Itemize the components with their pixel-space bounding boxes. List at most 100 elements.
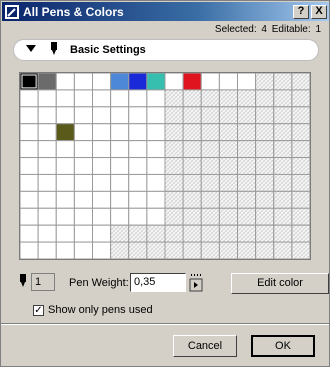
pen-cell[interactable] — [273, 123, 293, 142]
pen-cell[interactable] — [146, 157, 166, 175]
pen-cell[interactable] — [273, 140, 293, 159]
pen-cell[interactable] — [20, 241, 39, 259]
pen-cell[interactable] — [237, 224, 257, 243]
pen-cell[interactable] — [237, 73, 257, 91]
pen-cell[interactable] — [73, 207, 93, 226]
pen-cell[interactable] — [273, 73, 293, 91]
pen-cell[interactable] — [92, 190, 112, 209]
pen-cell[interactable] — [218, 106, 238, 125]
help-button[interactable]: ? — [293, 4, 309, 19]
pen-cell[interactable] — [37, 241, 57, 259]
pen-cell[interactable] — [273, 173, 293, 192]
pen-cell[interactable] — [182, 157, 202, 175]
pen-cell[interactable] — [73, 173, 93, 192]
pen-cell[interactable] — [37, 157, 57, 175]
pen-cell[interactable] — [146, 190, 166, 209]
edit-color-button[interactable]: Edit color — [231, 273, 329, 294]
pen-cell[interactable] — [237, 106, 257, 125]
pen-cell[interactable] — [55, 241, 75, 259]
pen-cell[interactable] — [146, 207, 166, 226]
pen-cell[interactable] — [164, 207, 184, 226]
pen-cell[interactable] — [273, 224, 293, 243]
pen-cell[interactable] — [182, 241, 202, 259]
pen-cell[interactable] — [291, 207, 310, 226]
pen-cell[interactable] — [73, 190, 93, 209]
pen-cell[interactable] — [237, 157, 257, 175]
pen-cell[interactable] — [200, 241, 220, 259]
pen-cell[interactable] — [273, 89, 293, 108]
pen-cell[interactable] — [218, 173, 238, 192]
pen-cell[interactable] — [20, 89, 39, 108]
pen-cell[interactable] — [291, 123, 310, 142]
pen-cell[interactable] — [92, 106, 112, 125]
pen-cell[interactable] — [218, 89, 238, 108]
pen-cell[interactable] — [92, 207, 112, 226]
pen-cell[interactable] — [110, 173, 130, 192]
pen-cell[interactable] — [37, 190, 57, 209]
pen-cell[interactable] — [37, 207, 57, 226]
pen-cell[interactable] — [273, 190, 293, 209]
pen-cell[interactable] — [37, 89, 57, 108]
pen-cell[interactable] — [55, 157, 75, 175]
pen-cell[interactable] — [128, 224, 148, 243]
pen-cell[interactable] — [146, 173, 166, 192]
pen-cell[interactable] — [92, 123, 112, 142]
pen-cell[interactable] — [291, 89, 310, 108]
pen-cell[interactable] — [110, 241, 130, 259]
pen-cell[interactable] — [92, 140, 112, 159]
pen-cell[interactable] — [255, 190, 275, 209]
pen-cell[interactable] — [237, 173, 257, 192]
pen-cell[interactable] — [128, 157, 148, 175]
pen-cell[interactable] — [110, 224, 130, 243]
pen-cell[interactable] — [182, 89, 202, 108]
pen-cell[interactable] — [146, 224, 166, 243]
pen-cell[interactable] — [164, 157, 184, 175]
pen-cell[interactable] — [146, 106, 166, 125]
title-bar[interactable]: All Pens & Colors ? X — [2, 2, 329, 21]
pen-grid-canvas[interactable] — [20, 73, 310, 259]
pen-cell[interactable] — [73, 123, 93, 142]
pen-cell[interactable] — [110, 190, 130, 209]
show-used-checkbox[interactable]: ✓ — [33, 304, 44, 316]
pen-cell[interactable] — [146, 73, 166, 91]
pen-cell[interactable] — [182, 140, 202, 159]
pen-cell[interactable] — [55, 190, 75, 209]
ok-button[interactable]: OK — [251, 335, 315, 357]
pen-cell[interactable] — [200, 207, 220, 226]
pen-grid[interactable] — [19, 72, 311, 260]
pen-cell[interactable] — [146, 123, 166, 142]
pen-cell[interactable] — [164, 224, 184, 243]
pen-cell[interactable] — [55, 73, 75, 91]
pen-cell[interactable] — [200, 89, 220, 108]
pen-cell[interactable] — [255, 241, 275, 259]
pen-cell[interactable] — [110, 140, 130, 159]
pen-cell[interactable] — [37, 224, 57, 243]
pen-cell[interactable] — [218, 140, 238, 159]
pen-cell[interactable] — [110, 73, 130, 91]
pen-cell[interactable] — [200, 157, 220, 175]
pen-cell[interactable] — [128, 140, 148, 159]
pen-cell[interactable] — [164, 190, 184, 209]
pen-cell[interactable] — [291, 224, 310, 243]
pen-cell[interactable] — [218, 241, 238, 259]
close-button[interactable]: X — [311, 4, 327, 19]
pen-cell[interactable] — [128, 241, 148, 259]
pen-cell[interactable] — [128, 89, 148, 108]
pen-weight-input[interactable]: 0,35 — [130, 273, 186, 292]
pen-cell[interactable] — [255, 140, 275, 159]
pen-cell[interactable] — [128, 173, 148, 192]
pen-cell[interactable] — [291, 157, 310, 175]
pen-cell[interactable] — [255, 89, 275, 108]
pen-cell[interactable] — [218, 190, 238, 209]
pen-cell[interactable] — [218, 157, 238, 175]
pen-cell[interactable] — [55, 173, 75, 192]
pen-cell[interactable] — [146, 140, 166, 159]
pen-cell[interactable] — [20, 157, 39, 175]
pen-cell[interactable] — [92, 241, 112, 259]
basic-settings-panel-header[interactable]: Basic Settings — [13, 39, 319, 61]
pen-cell[interactable] — [146, 89, 166, 108]
pen-cell[interactable] — [200, 190, 220, 209]
pen-cell[interactable] — [182, 207, 202, 226]
pen-cell[interactable] — [200, 173, 220, 192]
pen-cell[interactable] — [164, 106, 184, 125]
